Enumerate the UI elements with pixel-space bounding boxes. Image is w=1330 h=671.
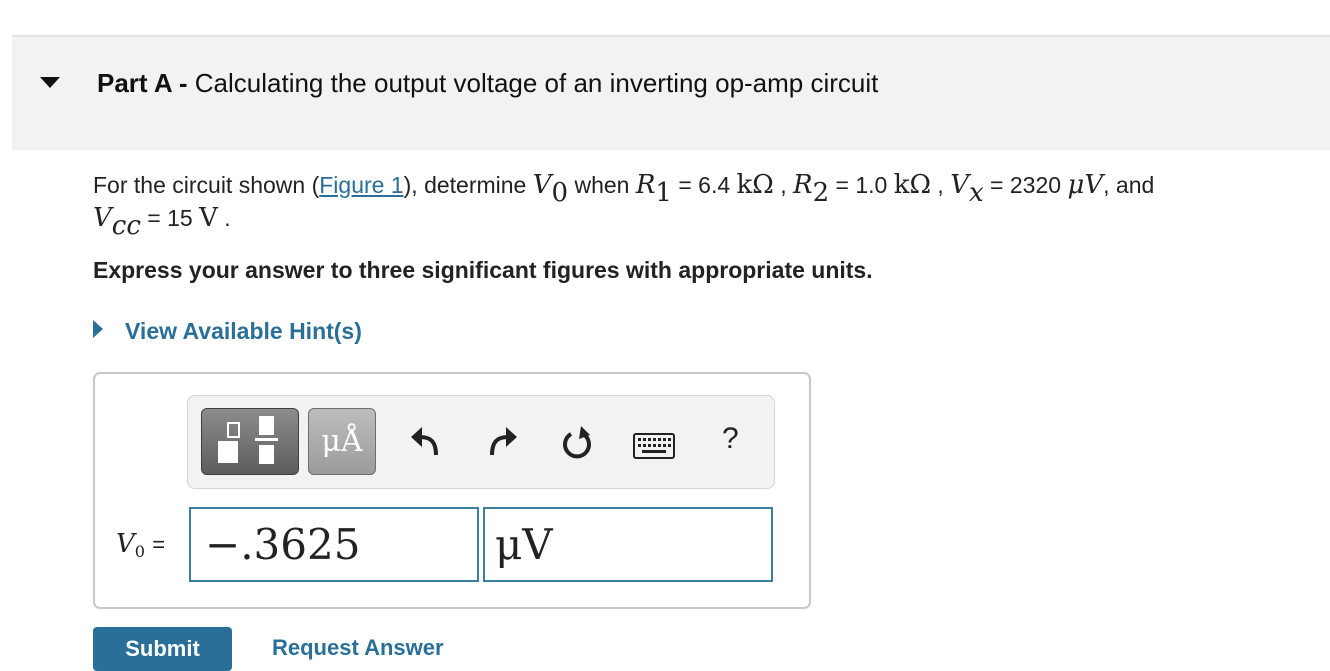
undo-icon[interactable] [408,423,442,459]
answer-value-input[interactable]: −.3625 [189,507,479,582]
part-title: Part A - Calculating the output voltage … [97,68,878,99]
part-title-text: Calculating the output voltage of an inv… [194,68,879,98]
collapse-triangle-icon[interactable] [40,77,60,88]
submit-button[interactable]: Submit [93,627,232,671]
problem-statement-line1: For the circuit shown (Figure 1), determ… [93,170,1155,208]
templates-icon [218,416,278,464]
units-icon: μÅ [321,424,363,459]
instructions: Express your answer to three significant… [93,257,873,283]
part-label: Part A - [97,68,188,98]
answer-unit-input[interactable]: μV [483,507,773,582]
units-button[interactable]: μÅ [308,408,376,475]
figure-link[interactable]: Figure 1 [319,172,403,198]
request-answer-link[interactable]: Request Answer [272,635,444,661]
help-icon[interactable]: ? [722,422,739,456]
hint-expand-triangle-icon[interactable] [93,320,103,338]
reset-icon[interactable] [561,424,595,460]
problem-statement-line2: Vcc = 15 V . [93,203,231,241]
templates-button[interactable] [201,408,299,475]
keyboard-icon[interactable] [633,433,675,459]
redo-icon[interactable] [486,423,520,459]
view-hints-link[interactable]: View Available Hint(s) [125,318,362,345]
answer-variable-label: V0 = [116,529,166,561]
